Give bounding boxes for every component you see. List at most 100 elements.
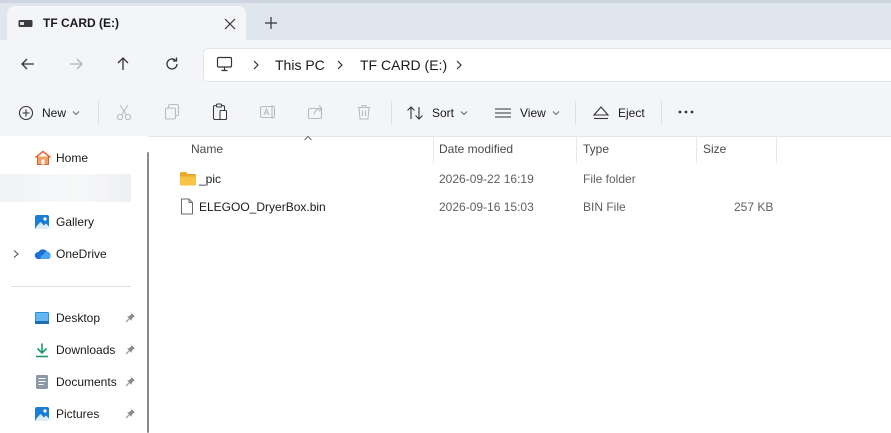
column-divider[interactable] xyxy=(576,136,577,163)
drive-icon xyxy=(18,19,34,29)
breadcrumb-chevron-icon[interactable] xyxy=(454,58,464,72)
chevron-down-icon xyxy=(552,111,560,116)
refresh-icon xyxy=(166,57,178,70)
file-list: Name Date modified Type Size _pic 2026-0… xyxy=(150,135,891,433)
sidebar-item-label: Documents xyxy=(56,375,117,389)
sort-icon xyxy=(407,106,423,120)
title-bar-edge xyxy=(0,0,891,3)
pin-icon[interactable] xyxy=(125,408,136,419)
pin-icon[interactable] xyxy=(125,376,136,387)
title-bar: TF CARD (E:) xyxy=(0,0,891,40)
new-button[interactable]: New xyxy=(18,100,80,126)
breadcrumb-chevron-icon[interactable] xyxy=(335,58,345,72)
table-row[interactable]: ELEGOO_DryerBox.bin 2026-09-16 15:03 BIN… xyxy=(176,194,776,220)
toolbar-divider xyxy=(391,101,392,125)
file-date: 2026-09-22 16:19 xyxy=(439,172,534,186)
sidebar-scrollbar[interactable] xyxy=(147,152,149,433)
new-label: New xyxy=(42,106,67,120)
copy-icon[interactable] xyxy=(162,102,182,122)
breadcrumb-tf-card[interactable]: TF CARD (E:) xyxy=(360,57,447,73)
pictures-icon xyxy=(34,406,50,422)
sidebar-item-label: Gallery xyxy=(56,215,95,229)
sidebar-item-gallery[interactable]: Gallery xyxy=(0,209,140,235)
tab-title: TF CARD (E:) xyxy=(43,16,119,30)
toolbar-divider xyxy=(98,101,99,125)
home-icon xyxy=(34,150,52,166)
back-button[interactable] xyxy=(13,49,43,79)
toolbar-divider xyxy=(661,101,662,125)
sort-label: Sort xyxy=(432,106,455,120)
file-name: _pic xyxy=(199,172,222,186)
sidebar-item-home[interactable]: Home xyxy=(0,145,140,171)
file-type: BIN File xyxy=(583,200,626,214)
plus-circle-icon xyxy=(18,105,34,121)
downloads-icon xyxy=(34,342,50,358)
sidebar-item-label: Desktop xyxy=(56,311,101,325)
expand-chevron-icon[interactable] xyxy=(12,249,20,259)
table-row[interactable]: _pic 2026-09-22 16:19 File folder xyxy=(176,166,776,192)
documents-icon xyxy=(34,374,50,390)
forward-button[interactable] xyxy=(61,49,91,79)
breadcrumb-this-pc[interactable]: This PC xyxy=(275,57,325,73)
paste-icon[interactable] xyxy=(210,102,230,122)
more-options-icon[interactable] xyxy=(676,102,696,122)
address-row: This PC TF CARD (E:) xyxy=(0,40,891,88)
column-header-name[interactable]: Name xyxy=(191,142,223,164)
sidebar-item-label: Downloads xyxy=(56,343,116,357)
breadcrumb-chevron-icon[interactable] xyxy=(251,58,261,72)
onedrive-cloud-icon xyxy=(34,248,52,260)
pin-icon[interactable] xyxy=(125,312,136,323)
refresh-button[interactable] xyxy=(157,49,187,79)
new-tab-icon[interactable] xyxy=(262,14,280,32)
chevron-down-icon xyxy=(72,111,80,116)
sort-button[interactable]: Sort xyxy=(406,100,468,126)
up-button[interactable] xyxy=(108,49,138,79)
column-divider[interactable] xyxy=(696,136,697,163)
view-label: View xyxy=(520,106,546,120)
column-divider[interactable] xyxy=(776,136,777,163)
file-icon xyxy=(180,198,194,215)
tab-tf-card[interactable]: TF CARD (E:) xyxy=(7,6,246,40)
forward-arrow-icon xyxy=(70,58,83,70)
sidebar-item-label: OneDrive xyxy=(56,247,107,261)
close-tab-icon[interactable] xyxy=(221,15,239,33)
eject-icon xyxy=(592,106,610,120)
file-type: File folder xyxy=(583,172,636,186)
cut-icon[interactable] xyxy=(114,102,134,122)
back-arrow-icon xyxy=(21,58,34,70)
sidebar-item-documents[interactable]: Documents xyxy=(0,369,140,395)
gallery-icon xyxy=(34,214,50,230)
eject-button[interactable]: Eject xyxy=(592,100,645,126)
pin-icon[interactable] xyxy=(125,344,136,355)
sidebar-item-redacted[interactable] xyxy=(0,174,131,202)
column-header-date[interactable]: Date modified xyxy=(439,142,513,164)
sidebar-item-desktop[interactable]: Desktop xyxy=(0,305,140,331)
file-date: 2026-09-16 15:03 xyxy=(439,200,534,214)
delete-icon[interactable] xyxy=(354,102,374,122)
view-button[interactable]: View xyxy=(494,100,560,126)
desktop-icon xyxy=(34,310,50,326)
sort-ascending-icon xyxy=(303,135,313,141)
sidebar-item-onedrive[interactable]: OneDrive xyxy=(0,241,140,267)
sidebar-item-label: Home xyxy=(56,151,89,165)
sidebar-divider xyxy=(11,286,131,287)
eject-label: Eject xyxy=(618,106,645,120)
folder-icon xyxy=(179,171,197,186)
this-pc-icon xyxy=(216,56,234,72)
view-list-icon xyxy=(495,108,511,118)
navigation-pane: Home Gallery OneDrive Desktop Downloads xyxy=(0,136,148,433)
chevron-down-icon xyxy=(460,111,468,116)
sidebar-item-pictures[interactable]: Pictures xyxy=(0,401,140,427)
share-icon[interactable] xyxy=(306,102,326,122)
address-bar[interactable]: This PC TF CARD (E:) xyxy=(203,48,891,82)
column-divider[interactable] xyxy=(433,136,434,163)
up-arrow-icon xyxy=(117,57,129,70)
command-bar: New Sort View Eject xyxy=(0,88,891,137)
column-header-size[interactable]: Size xyxy=(703,142,726,164)
file-name: ELEGOO_DryerBox.bin xyxy=(199,200,326,214)
rename-icon[interactable] xyxy=(258,102,278,122)
column-header-type[interactable]: Type xyxy=(583,142,609,164)
sidebar-item-downloads[interactable]: Downloads xyxy=(0,337,140,363)
toolbar-divider xyxy=(575,101,576,125)
sidebar-item-label: Pictures xyxy=(56,407,100,421)
